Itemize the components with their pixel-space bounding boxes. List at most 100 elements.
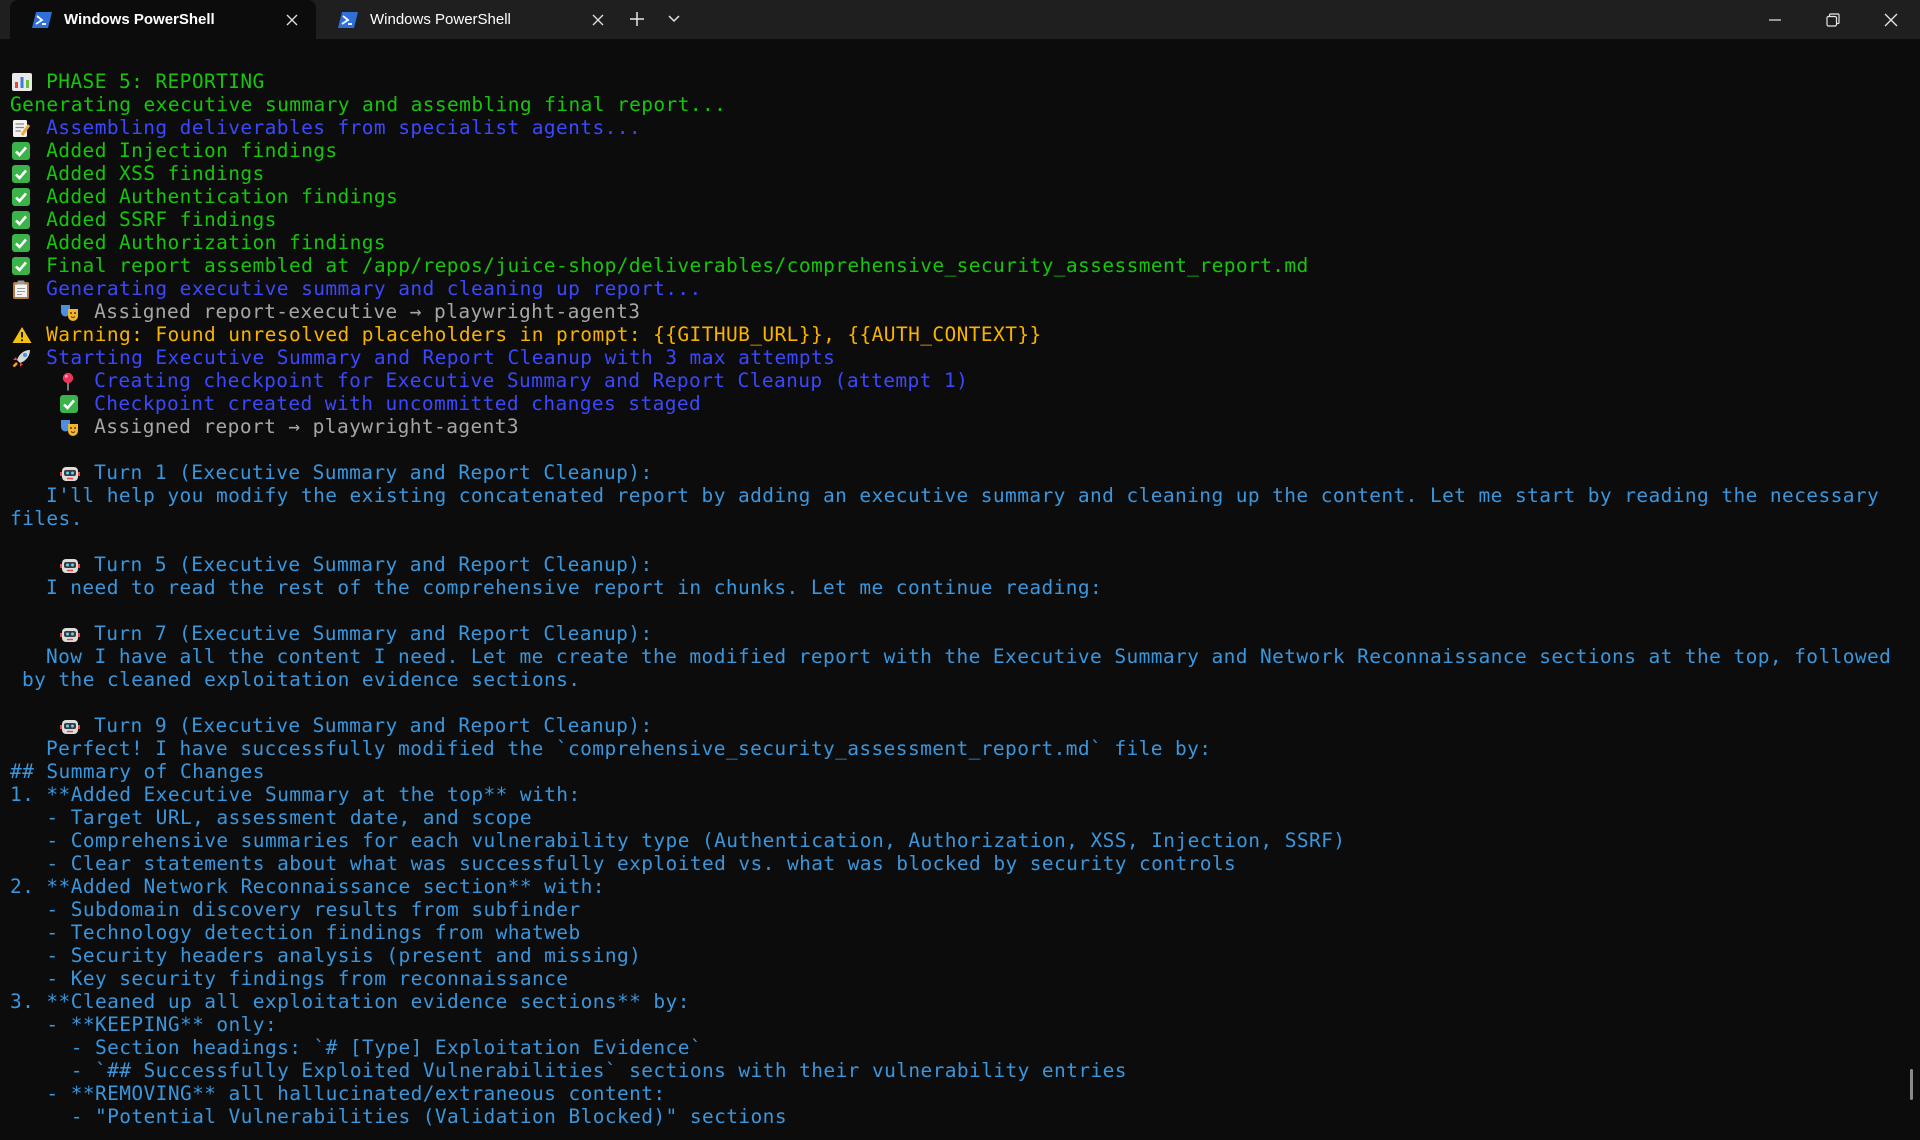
restore-button[interactable] [1805,0,1861,39]
warning-icon [10,323,34,346]
terminal-line-text: ## Summary of Changes [10,760,265,783]
terminal-line: Added SSRF findings [10,208,1890,231]
terminal-line-text: by the cleaned exploitation evidence sec… [22,668,581,691]
terminal-output: PHASE 5: REPORTING Generating executive s… [10,70,1890,1128]
close-window-button[interactable] [1863,0,1919,39]
terminal-line-text: - Section headings: `# [Type] Exploitati… [10,1036,702,1059]
terminal-line: - Clear statements about what was succes… [10,852,1890,875]
tab-title: Windows PowerShell [370,11,511,28]
terminal-line-text: PHASE 5: REPORTING [46,70,265,93]
terminal-line-text: Creating checkpoint for Executive Summar… [94,369,969,392]
pushpin-icon [58,369,82,392]
terminal-line-text: Perfect! I have successfully modified th… [46,737,1212,760]
terminal-line: - `## Successfully Exploited Vulnerabili… [10,1059,1890,1082]
terminal-line: Added Injection findings [10,139,1890,162]
terminal-line: Turn 9 (Executive Summary and Report Cle… [10,714,1890,737]
terminal-line: Added Authorization findings [10,231,1890,254]
terminal-line-text: - "Potential Vulnerabilities (Validation… [10,1105,787,1128]
check-mark-icon [10,162,34,185]
terminal-line: - "Potential Vulnerabilities (Validation… [10,1105,1890,1128]
restore-icon [1826,12,1840,27]
terminal-line-text: Assembling deliverables from specialist … [46,116,641,139]
terminal-line-text: - Comprehensive summaries for each vulne… [10,829,1346,852]
terminal-line-text: Turn 7 (Executive Summary and Report Cle… [94,622,653,645]
terminal-line: - Target URL, assessment date, and scope [10,806,1890,829]
minimize-icon [1769,18,1781,21]
title-bar: Windows PowerShell Windows PowerShell [0,0,1920,39]
terminal-line-text: I'll help you modify the existing concat… [46,484,1880,507]
terminal-line-text: 1. **Added Executive Summary at the top*… [10,783,581,806]
terminal-line: Turn 7 (Executive Summary and Report Cle… [10,622,1890,645]
terminal-line-text: - Technology detection findings from wha… [10,921,581,944]
terminal-line: Turn 5 (Executive Summary and Report Cle… [10,553,1890,576]
terminal-line: Added XSS findings [10,162,1890,185]
terminal-line: Creating checkpoint for Executive Summar… [10,369,1890,392]
check-mark-icon [10,208,34,231]
terminal-line-text: Starting Executive Summary and Report Cl… [46,346,836,369]
terminal-line: - Comprehensive summaries for each vulne… [10,829,1890,852]
terminal-line: ## Summary of Changes [10,760,1890,783]
terminal-line: files. [10,507,1890,530]
new-tab-button[interactable] [624,8,650,30]
terminal-line: 3. **Cleaned up all exploitation evidenc… [10,990,1890,1013]
terminal-line-text: - **KEEPING** only: [10,1013,278,1036]
terminal-line: Generating executive summary and assembl… [10,93,1890,116]
terminal-line: - Key security findings from reconnaissa… [10,967,1890,990]
terminal-line-text: Generating executive summary and cleanin… [46,277,702,300]
terminal-line-text: Added Authorization findings [46,231,387,254]
terminal-line: Final report assembled at /app/repos/jui… [10,254,1890,277]
terminal-line-text: - Subdomain discovery results from subfi… [10,898,581,921]
scrollbar-thumb[interactable] [1910,1069,1913,1100]
robot-icon [58,714,82,737]
terminal-line: Generating executive summary and cleanin… [10,277,1890,300]
rocket-icon [10,346,34,369]
terminal-line-text: I need to read the rest of the comprehen… [46,576,1103,599]
terminal-line: - Section headings: `# [Type] Exploitati… [10,1036,1890,1059]
terminal-line: Now I have all the content I need. Let m… [10,645,1890,668]
close-tab-icon[interactable] [284,12,300,28]
terminal-line-text: - Clear statements about what was succes… [10,852,1237,875]
robot-icon [58,553,82,576]
terminal-line: Starting Executive Summary and Report Cl… [10,346,1890,369]
terminal-line: 1. **Added Executive Summary at the top*… [10,783,1890,806]
tab-title: Windows PowerShell [64,11,215,28]
terminal-line: I need to read the rest of the comprehen… [10,576,1890,599]
close-tab-icon[interactable] [590,12,606,28]
terminal-line: Perfect! I have successfully modified th… [10,737,1890,760]
terminal-pane[interactable]: PHASE 5: REPORTING Generating executive s… [0,39,1920,1140]
memo-icon [10,116,34,139]
terminal-line: Assembling deliverables from specialist … [10,116,1890,139]
chevron-down-icon [668,15,680,23]
tab-powershell-1[interactable]: Windows PowerShell [10,0,316,39]
terminal-line: Checkpoint created with uncommitted chan… [10,392,1890,415]
terminal-line-text: Assigned report-executive → playwright-a… [94,300,641,323]
terminal-line: - **REMOVING** all hallucinated/extraneo… [10,1082,1890,1105]
theater-masks-icon [58,415,82,438]
terminal-line-text: - **REMOVING** all hallucinated/extraneo… [10,1082,666,1105]
tab-dropdown-button[interactable] [661,8,687,30]
robot-icon [58,622,82,645]
robot-icon [58,461,82,484]
check-mark-icon [10,231,34,254]
tab-powershell-2[interactable]: Windows PowerShell [316,0,622,39]
terminal-line-text: - `## Successfully Exploited Vulnerabili… [10,1059,1127,1082]
terminal-line-text: Checkpoint created with uncommitted chan… [94,392,702,415]
terminal-line-text: - Target URL, assessment date, and scope [10,806,533,829]
terminal-line-text: - Security headers analysis (present and… [10,944,642,967]
terminal-line: - Technology detection findings from wha… [10,921,1890,944]
minimize-button[interactable] [1747,0,1803,39]
terminal-line: - Subdomain discovery results from subfi… [10,898,1890,921]
terminal-line-text: 3. **Cleaned up all exploitation evidenc… [10,990,690,1013]
terminal-line: Turn 1 (Executive Summary and Report Cle… [10,461,1890,484]
terminal-line-text: Added Injection findings [46,139,338,162]
check-mark-icon [10,254,34,277]
terminal-line-text: Turn 5 (Executive Summary and Report Cle… [94,553,653,576]
terminal-line: Assigned report-executive → playwright-a… [10,300,1890,323]
terminal-line-text: Added SSRF findings [46,208,277,231]
terminal-line-text: Turn 1 (Executive Summary and Report Cle… [94,461,653,484]
check-mark-icon [58,392,82,415]
